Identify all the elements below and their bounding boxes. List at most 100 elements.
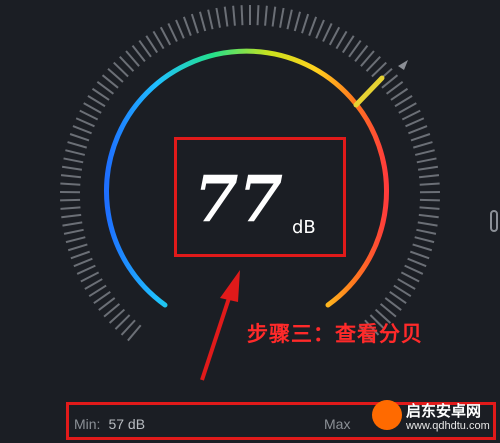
gauge-tick bbox=[93, 291, 111, 305]
gauge-tick bbox=[145, 35, 159, 54]
gauge-tick bbox=[75, 117, 95, 128]
gauge-tick bbox=[207, 9, 214, 30]
gauge-tick bbox=[397, 278, 416, 290]
gauge-tick bbox=[408, 125, 428, 135]
step-annotation: 步骤三：查看分贝 bbox=[247, 322, 423, 346]
gauge-tick bbox=[60, 206, 81, 210]
gauge-tick bbox=[279, 7, 285, 28]
gauge-tick bbox=[61, 165, 83, 171]
gauge-tick bbox=[308, 16, 318, 36]
gauge-tick bbox=[60, 174, 82, 179]
gauge-tick bbox=[293, 11, 302, 32]
sound-meter-screen: 77 dB 步骤三：查看分贝 Min: 57 dB Max 启东安卓网 www.q… bbox=[0, 0, 500, 443]
gauge-tick bbox=[360, 50, 375, 67]
gauge-tick bbox=[198, 11, 207, 32]
gauge-tick bbox=[190, 13, 199, 34]
gauge-tick bbox=[400, 271, 420, 283]
gauge-tick bbox=[70, 250, 91, 260]
gauge-tick bbox=[96, 81, 115, 95]
gauge-tick bbox=[152, 30, 165, 50]
gauge-tick bbox=[418, 213, 439, 219]
gauge-tick bbox=[182, 16, 192, 36]
gauge-tick bbox=[101, 74, 119, 89]
gauge-tick bbox=[419, 198, 440, 202]
scroll-indicator[interactable] bbox=[490, 210, 498, 232]
gauge-tick bbox=[407, 257, 427, 268]
gauge-tick bbox=[417, 165, 439, 171]
decibel-reading: 77 bbox=[194, 162, 284, 237]
gauge-tick bbox=[108, 308, 126, 324]
gauge-tick bbox=[394, 95, 413, 108]
gauge-tick bbox=[73, 257, 93, 268]
gauge-tick bbox=[67, 243, 88, 252]
gauge-tick bbox=[79, 109, 99, 121]
gauge-tick bbox=[61, 213, 82, 219]
gauge-tick bbox=[385, 81, 404, 95]
gauge-tick bbox=[409, 250, 430, 260]
min-label: Min: bbox=[74, 416, 101, 432]
gauge-tick bbox=[167, 23, 178, 42]
gauge-tick bbox=[175, 19, 185, 39]
gauge-tick bbox=[301, 13, 310, 34]
gauge-tick bbox=[398, 102, 417, 114]
gauge-tick bbox=[80, 271, 100, 283]
max-stat: Max bbox=[324, 416, 350, 432]
gauge-tick bbox=[67, 141, 88, 149]
gauge-tick bbox=[419, 182, 440, 186]
gauge-tick bbox=[410, 133, 431, 142]
gauge-tick bbox=[416, 228, 437, 235]
gauge-tick bbox=[125, 50, 140, 67]
gauge-end-marker bbox=[398, 60, 408, 70]
gauge-needle bbox=[353, 75, 385, 108]
gauge-tick bbox=[72, 125, 92, 135]
watermark-url: www.qdhdtu.com bbox=[406, 420, 490, 432]
gauge-tick bbox=[60, 182, 81, 186]
gauge-tick bbox=[63, 157, 84, 164]
gauge-tick bbox=[401, 109, 421, 121]
gauge-tick bbox=[159, 26, 172, 46]
gauge-tick bbox=[232, 5, 236, 26]
gauge-tick bbox=[379, 303, 397, 318]
gauge-tick bbox=[315, 19, 325, 39]
gauge-tick bbox=[65, 149, 86, 156]
red-arrow-icon bbox=[200, 294, 232, 381]
gauge-tick bbox=[354, 45, 369, 62]
gauge-tick bbox=[131, 45, 146, 62]
min-value: 57 dB bbox=[108, 416, 146, 432]
gauge-tick bbox=[256, 5, 260, 26]
gauge-tick bbox=[62, 221, 83, 227]
gauge-tick bbox=[414, 236, 435, 244]
gauge-tick bbox=[418, 174, 440, 179]
max-label: Max bbox=[324, 416, 351, 432]
gauge-tick bbox=[87, 95, 106, 108]
gauge-tick bbox=[76, 264, 96, 275]
gauge-tick bbox=[88, 284, 107, 298]
gauge-tick bbox=[103, 303, 121, 318]
red-arrow-head-icon bbox=[220, 270, 240, 302]
gauge-tick bbox=[390, 87, 409, 101]
gauge-tick bbox=[60, 198, 81, 202]
gauge-tick bbox=[412, 141, 433, 149]
gauge-tick bbox=[389, 291, 407, 305]
gauge-tick bbox=[83, 102, 102, 114]
gauge-tick bbox=[69, 133, 90, 142]
gauge-tick bbox=[271, 6, 277, 27]
gauge-tick bbox=[120, 319, 136, 336]
gauge-tick bbox=[417, 221, 438, 227]
gauge-tick bbox=[91, 87, 110, 101]
decibel-unit: dB bbox=[292, 217, 316, 238]
gauge-tick bbox=[286, 9, 293, 30]
gauge-tick bbox=[98, 297, 116, 311]
gauge-tick bbox=[328, 26, 341, 46]
gauge-tick bbox=[419, 206, 440, 210]
gauge-tick bbox=[348, 39, 362, 58]
gauge-tick bbox=[127, 324, 142, 342]
gauge-tick bbox=[404, 264, 424, 275]
gauge-tick bbox=[405, 117, 425, 128]
gauge-tick bbox=[393, 284, 412, 298]
gauge-tick bbox=[264, 5, 268, 26]
watermark: 启东安卓网 www.qdhdtu.com bbox=[372, 392, 500, 443]
gauge-tick bbox=[84, 278, 103, 290]
gauge-tick bbox=[412, 243, 433, 252]
watermark-logo-icon bbox=[372, 400, 402, 430]
